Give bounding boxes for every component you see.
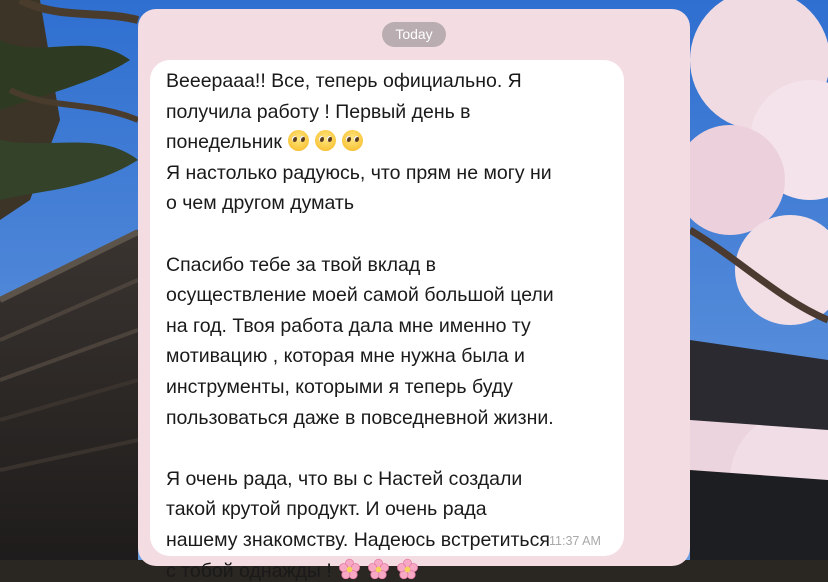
date-separator: Today: [382, 22, 446, 47]
message-line: такой крутой продукт. И очень рада: [166, 498, 487, 521]
message-line: Я настолько радуюсь, что прям не могу ни: [166, 161, 552, 184]
message-line: нашему знакомству. Надеюсь встретиться: [166, 528, 550, 551]
message-line: о чем другом думать: [166, 192, 355, 215]
message-line-text: понедельник: [166, 131, 282, 154]
pleading-face-emoji: [287, 130, 309, 152]
message-line: мотивацию , которая мне нужна была и: [166, 345, 525, 368]
message-line: осуществление моей самой большой цели: [166, 284, 554, 307]
message-line: пользоваться даже в повседневной жизни.: [166, 406, 554, 429]
message-line: Я очень рада, что вы с Настей создали: [166, 467, 523, 490]
pleading-face-emoji: [314, 130, 336, 152]
message-line: получила работу ! Первый день в: [166, 100, 471, 123]
cherry-blossom-emoji: [396, 558, 418, 579]
cherry-blossom-emoji: [338, 558, 360, 579]
message-line-with-emojis: с тобой однажды !: [166, 556, 614, 582]
message-timestamp: 11:37 AM: [549, 534, 601, 548]
message-line: инструменты, которыми я теперь буду: [166, 375, 513, 398]
message-line: Вееерааа!! Все, теперь официально. Я: [166, 70, 522, 92]
message-text: Вееерааа!! Все, теперь официально. Я пол…: [166, 66, 614, 582]
pleading-face-emoji: [341, 130, 363, 152]
message-line-text: с тобой однажды !: [166, 559, 332, 582]
cherry-blossom-emoji: [367, 558, 389, 579]
message-line-with-emojis: понедельник: [166, 127, 614, 158]
screenshot-scene: Today Вееерааа!! Все, теперь официально.…: [0, 0, 828, 582]
message-line: на год. Твоя работа дала мне именно ту: [166, 314, 531, 337]
message-line: Спасибо тебе за твой вклад в: [166, 253, 437, 276]
